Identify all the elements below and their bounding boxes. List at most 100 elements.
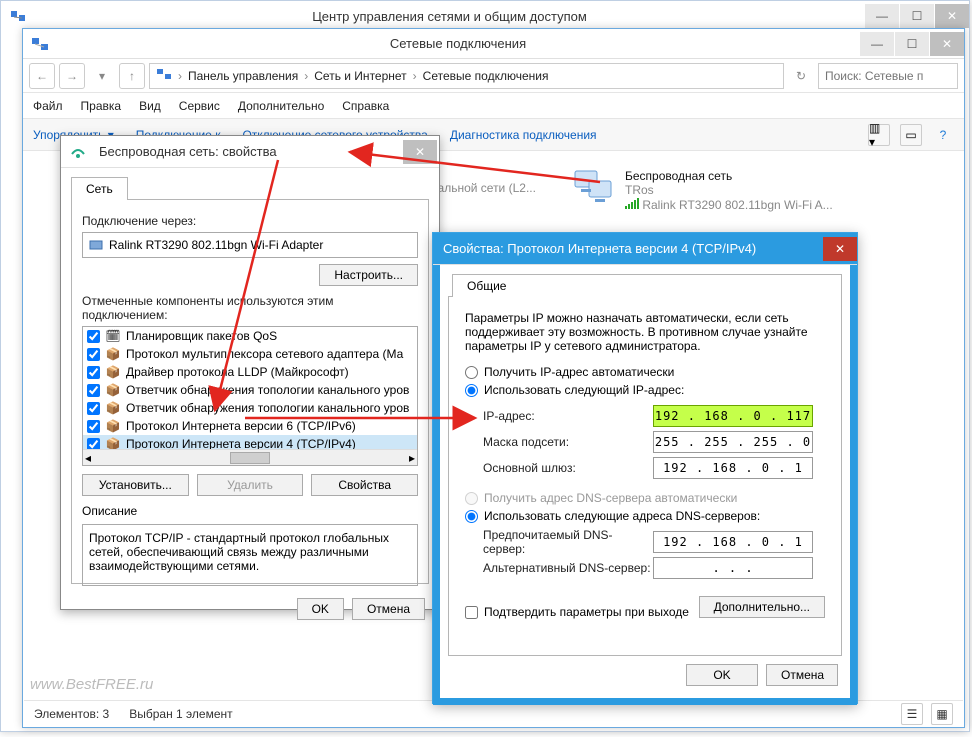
component-icon: 📦 xyxy=(106,419,120,433)
status-count: Элементов: 3 xyxy=(34,707,109,721)
component-item[interactable]: Ответчик обнаружения топологии канальног… xyxy=(126,383,409,397)
nic-icon xyxy=(89,238,103,252)
icons-view-button[interactable]: ▦ xyxy=(931,703,953,725)
radio-static-ip[interactable] xyxy=(465,384,478,397)
wireless-properties-dialog: Беспроводная сеть: свойства ✕ Сеть Подкл… xyxy=(60,135,440,610)
minimize-button[interactable]: — xyxy=(865,4,899,28)
close-button[interactable]: ✕ xyxy=(935,4,969,28)
history-dropdown[interactable]: ▾ xyxy=(89,63,115,89)
components-list[interactable]: 🗓 Планировщик пакетов QoS 📦 Протокол мульт… xyxy=(82,326,418,466)
ip-label: IP-адрес: xyxy=(483,409,653,423)
component-checkbox[interactable] xyxy=(87,366,100,379)
center-titlebar: Центр управления сетями и общим доступом… xyxy=(1,1,969,31)
component-item[interactable]: Планировщик пакетов QoS xyxy=(126,329,277,343)
radio-static-ip-label: Использовать следующий IP-адрес: xyxy=(484,383,684,397)
props-body: Подключение через: Ralink RT3290 802.11b… xyxy=(71,199,429,584)
ipv4-titlebar: Свойства: Протокол Интернета версии 4 (T… xyxy=(433,233,857,265)
advanced-button[interactable]: Дополнительно... xyxy=(699,596,825,618)
confirm-on-exit-checkbox[interactable] xyxy=(465,606,478,619)
close-button[interactable]: ✕ xyxy=(930,32,964,56)
preferred-dns-field[interactable]: 192 . 168 . 0 . 1 xyxy=(653,531,813,553)
preview-pane-button[interactable]: ▭ xyxy=(900,124,922,146)
component-icon: 🗓 xyxy=(106,329,120,343)
status-selected: Выбран 1 элемент xyxy=(129,707,232,721)
center-title: Центр управления сетями и общим доступом xyxy=(35,9,864,24)
configure-button[interactable]: Настроить... xyxy=(319,264,418,286)
up-button[interactable]: ↑ xyxy=(119,63,145,89)
diagnose-button[interactable]: Диагностика подключения xyxy=(450,128,597,142)
search-input[interactable] xyxy=(818,63,958,89)
center-win-controls: — ☐ ✕ xyxy=(864,4,969,28)
subnet-mask-field[interactable]: 255 . 255 . 255 . 0 xyxy=(653,431,813,453)
help-icon[interactable]: ? xyxy=(932,124,954,146)
watermark: www.BestFREE.ru xyxy=(30,676,153,693)
radio-auto-ip[interactable] xyxy=(465,366,478,379)
conn-title: Сетевые подключения xyxy=(57,36,859,51)
radio-auto-dns xyxy=(465,492,478,505)
ipv4-body: Параметры IP можно назначать автоматичес… xyxy=(448,296,842,656)
radio-auto-ip-label: Получить IP-адрес автоматически xyxy=(484,365,674,379)
install-button[interactable]: Установить... xyxy=(82,474,189,496)
menu-service[interactable]: Сервис xyxy=(179,99,220,113)
view-mode-button[interactable]: ▥ ▾ xyxy=(868,124,890,146)
cancel-button[interactable]: Отмена xyxy=(766,664,838,686)
conn-win-controls: — ☐ ✕ xyxy=(859,32,964,56)
breadcrumb-icon xyxy=(156,66,172,85)
ok-button[interactable]: OK xyxy=(686,664,758,686)
adapter-icon xyxy=(573,169,617,211)
component-item[interactable]: Драйвер протокола LLDP (Майкрософт) xyxy=(126,365,349,379)
details-view-button[interactable]: ☰ xyxy=(901,703,923,725)
component-item[interactable]: Протокол Интернета версии 6 (TCP/IPv6) xyxy=(126,419,356,433)
component-checkbox[interactable] xyxy=(87,420,100,433)
breadcrumb-item[interactable]: Сеть и Интернет xyxy=(314,69,406,83)
refresh-button[interactable]: ↻ xyxy=(788,63,814,89)
gateway-field[interactable]: 192 . 168 . 0 . 1 xyxy=(653,457,813,479)
maximize-button[interactable]: ☐ xyxy=(900,4,934,28)
tab-general[interactable]: Общие xyxy=(452,274,842,297)
menu-view[interactable]: Вид xyxy=(139,99,161,113)
adapter-device: Ralink RT3290 802.11bgn Wi-Fi A... xyxy=(642,198,832,212)
wifi-icon xyxy=(67,141,89,163)
description-text: Протокол TCP/IP - стандартный протокол г… xyxy=(82,524,418,586)
menu-help[interactable]: Справка xyxy=(342,99,389,113)
alternate-dns-field[interactable]: . . . xyxy=(653,557,813,579)
minimize-button[interactable]: — xyxy=(860,32,894,56)
ipv4-intro: Параметры IP можно назначать автоматичес… xyxy=(465,311,825,353)
props-title: Беспроводная сеть: свойства xyxy=(95,144,402,159)
close-button[interactable]: ✕ xyxy=(823,237,857,261)
components-label: Отмеченные компоненты используются этим … xyxy=(82,294,418,322)
ok-button[interactable]: OK xyxy=(297,598,344,620)
adapter-field: Ralink RT3290 802.11bgn Wi-Fi Adapter xyxy=(82,232,418,258)
maximize-button[interactable]: ☐ xyxy=(895,32,929,56)
dns1-label: Предпочитаемый DNS-сервер: xyxy=(483,528,653,556)
component-checkbox[interactable] xyxy=(87,402,100,415)
description-label: Описание xyxy=(82,504,418,518)
breadcrumb-item[interactable]: Панель управления xyxy=(188,69,298,83)
menu-edit[interactable]: Правка xyxy=(81,99,122,113)
props-titlebar: Беспроводная сеть: свойства ✕ xyxy=(61,136,439,168)
adapter-network: TRos xyxy=(625,183,833,197)
radio-auto-dns-label: Получить адрес DNS-сервера автоматически xyxy=(484,491,737,505)
tab-network[interactable]: Сеть xyxy=(71,177,128,200)
ip-address-field[interactable]: 192 . 168 . 0 . 117 xyxy=(653,405,813,427)
back-button[interactable]: ← xyxy=(29,63,55,89)
breadcrumb[interactable]: › Панель управления › Сеть и Интернет › … xyxy=(149,63,784,89)
component-checkbox[interactable] xyxy=(87,330,100,343)
connect-via-label: Подключение через: xyxy=(82,214,418,228)
menu-advanced[interactable]: Дополнительно xyxy=(238,99,324,113)
cancel-button[interactable]: Отмена xyxy=(352,598,425,620)
confirm-on-exit-label: Подтвердить параметры при выходе xyxy=(484,605,689,619)
wireless-adapter-tile[interactable]: Беспроводная сеть TRos Ralink RT3290 802… xyxy=(573,169,833,212)
close-button[interactable]: ✕ xyxy=(403,140,437,164)
breadcrumb-item[interactable]: Сетевые подключения xyxy=(423,69,549,83)
component-checkbox[interactable] xyxy=(87,348,100,361)
radio-static-dns[interactable] xyxy=(465,510,478,523)
properties-button[interactable]: Свойства xyxy=(311,474,418,496)
horizontal-scrollbar[interactable]: ◂▸ xyxy=(83,449,417,465)
component-item[interactable]: Протокол мультиплексора сетевого адаптер… xyxy=(126,347,403,361)
forward-button[interactable]: → xyxy=(59,63,85,89)
component-item[interactable]: Ответчик обнаружения топологии канальног… xyxy=(126,401,409,415)
menu-file[interactable]: Файл xyxy=(33,99,63,113)
center-icon xyxy=(7,5,29,27)
component-checkbox[interactable] xyxy=(87,384,100,397)
